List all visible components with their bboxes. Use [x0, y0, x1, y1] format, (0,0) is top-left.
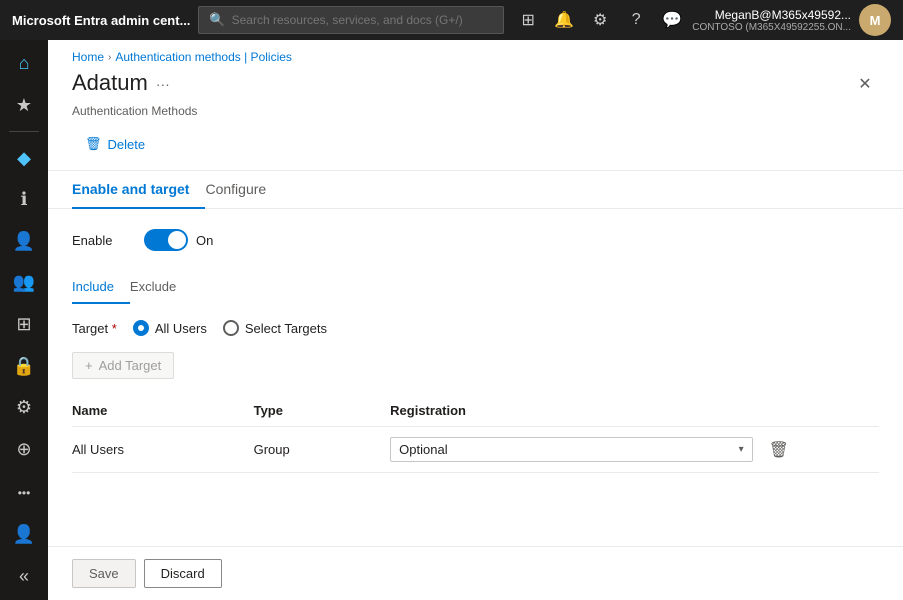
- trash-icon: 🗑: [85, 136, 102, 152]
- sidebar-item-favorites[interactable]: ★: [4, 86, 44, 126]
- sub-tab-exclude[interactable]: Exclude: [130, 271, 192, 304]
- breadcrumb-home[interactable]: Home: [72, 50, 104, 64]
- sidebar-item-home[interactable]: ⌂: [4, 44, 44, 84]
- cell-actions: 🗑: [765, 427, 879, 473]
- table-row: All Users Group Optional ▾ 🗑: [72, 427, 879, 473]
- toggle-state-label: On: [196, 233, 213, 248]
- radio-all-users[interactable]: All Users: [133, 320, 207, 336]
- registration-dropdown[interactable]: Optional ▾: [390, 437, 752, 462]
- radio-circle-select-targets: [223, 320, 239, 336]
- targets-table: Name Type Registration All Users Group O…: [72, 395, 879, 473]
- discard-button[interactable]: Discard: [144, 559, 222, 588]
- close-button[interactable]: ✕: [851, 70, 879, 98]
- table-header-row: Name Type Registration: [72, 395, 879, 427]
- required-indicator: *: [112, 321, 117, 336]
- app-layout: ⌂ ★ ◆ ℹ 👤 👥 ⊞ 🔒 ⚙ ⊕ ••• 👤 « Home › Authe…: [0, 40, 903, 600]
- sidebar-item-plus[interactable]: ⊕: [4, 429, 44, 469]
- form-content: Enable On Include Exclude Target *: [48, 209, 903, 546]
- tab-enable-target[interactable]: Enable and target: [72, 171, 205, 209]
- row-delete-icon[interactable]: 🗑: [765, 438, 793, 463]
- tabs: Enable and target Configure: [48, 171, 903, 209]
- app-name: Microsoft Entra admin cent...: [12, 13, 190, 28]
- sidebar-item-apps[interactable]: ⊞: [4, 305, 44, 345]
- toggle-container: On: [144, 229, 213, 251]
- sidebar-item-groups[interactable]: 👥: [4, 263, 44, 303]
- sidebar-item-collapse[interactable]: «: [4, 556, 44, 596]
- help-icon[interactable]: ?: [620, 4, 652, 36]
- sidebar: ⌂ ★ ◆ ℹ 👤 👥 ⊞ 🔒 ⚙ ⊕ ••• 👤 «: [0, 40, 48, 600]
- toggle-thumb: [168, 231, 186, 249]
- panel-header: Adatum ··· ✕: [48, 70, 903, 104]
- toolbar: 🗑 Delete: [48, 130, 903, 171]
- radio-all-users-label: All Users: [155, 321, 207, 336]
- search-bar[interactable]: 🔍: [198, 6, 504, 34]
- cell-type: Group: [254, 427, 391, 473]
- delete-label: Delete: [108, 137, 146, 152]
- sidebar-divider: [9, 131, 39, 132]
- col-header-registration: Registration: [390, 395, 764, 427]
- user-tenant: CONTOSO (M365X49592255.ON...: [692, 22, 851, 33]
- target-row: Target * All Users Select Targets: [72, 320, 879, 336]
- delete-button[interactable]: 🗑 Delete: [72, 130, 158, 158]
- col-header-name: Name: [72, 395, 254, 427]
- notifications-icon[interactable]: ⊞: [512, 4, 544, 36]
- cell-name: All Users: [72, 427, 254, 473]
- sidebar-item-protection[interactable]: 🔒: [4, 346, 44, 386]
- bell-icon[interactable]: 🔔: [548, 4, 580, 36]
- tab-configure[interactable]: Configure: [205, 171, 282, 209]
- sidebar-item-profile[interactable]: 👤: [4, 515, 44, 555]
- sidebar-item-more[interactable]: •••: [4, 473, 44, 513]
- breadcrumb-sep-1: ›: [108, 52, 111, 63]
- sub-tab-include[interactable]: Include: [72, 271, 130, 304]
- panel-title: Adatum: [72, 70, 148, 96]
- sidebar-item-info[interactable]: ℹ: [4, 180, 44, 220]
- radio-group: All Users Select Targets: [133, 320, 327, 336]
- radio-circle-all-users: [133, 320, 149, 336]
- search-icon: 🔍: [209, 12, 225, 28]
- avatar[interactable]: M: [859, 4, 891, 36]
- sidebar-item-users[interactable]: 👤: [4, 221, 44, 261]
- panel-subtitle: Authentication Methods: [48, 104, 903, 130]
- add-target-label: Add Target: [99, 358, 162, 373]
- user-menu[interactable]: MeganB@M365x49592... CONTOSO (M365X49592…: [692, 4, 891, 36]
- settings-icon[interactable]: ⚙: [584, 4, 616, 36]
- search-input[interactable]: [232, 13, 494, 27]
- main-content: Home › Authentication methods | Policies…: [48, 40, 903, 600]
- sidebar-item-workload[interactable]: ⚙: [4, 388, 44, 428]
- col-header-type: Type: [254, 395, 391, 427]
- target-label: Target *: [72, 321, 117, 336]
- plus-icon: +: [85, 358, 93, 373]
- breadcrumb-auth-methods[interactable]: Authentication methods | Policies: [115, 50, 292, 64]
- user-name: MeganB@M365x49592...: [692, 8, 851, 22]
- radio-select-targets[interactable]: Select Targets: [223, 320, 327, 336]
- panel-more-button[interactable]: ···: [156, 76, 170, 92]
- sidebar-item-identity[interactable]: ◆: [4, 138, 44, 178]
- dropdown-arrow-icon: ▾: [739, 444, 744, 455]
- topbar: Microsoft Entra admin cent... 🔍 ⊞ 🔔 ⚙ ? …: [0, 0, 903, 40]
- topbar-actions: ⊞ 🔔 ⚙ ? 💬 MeganB@M365x49592... CONTOSO (…: [512, 4, 891, 36]
- breadcrumb: Home › Authentication methods | Policies: [48, 40, 903, 70]
- radio-select-targets-label: Select Targets: [245, 321, 327, 336]
- save-button[interactable]: Save: [72, 559, 136, 588]
- registration-value: Optional: [399, 442, 730, 457]
- bottom-toolbar: Save Discard: [48, 546, 903, 600]
- sub-tabs: Include Exclude: [72, 271, 879, 304]
- enable-label: Enable: [72, 233, 132, 248]
- enable-toggle[interactable]: [144, 229, 188, 251]
- feedback-icon[interactable]: 💬: [656, 4, 688, 36]
- col-header-actions: [765, 395, 879, 427]
- enable-row: Enable On: [72, 229, 879, 251]
- add-target-button[interactable]: + Add Target: [72, 352, 174, 379]
- cell-registration: Optional ▾: [390, 427, 764, 473]
